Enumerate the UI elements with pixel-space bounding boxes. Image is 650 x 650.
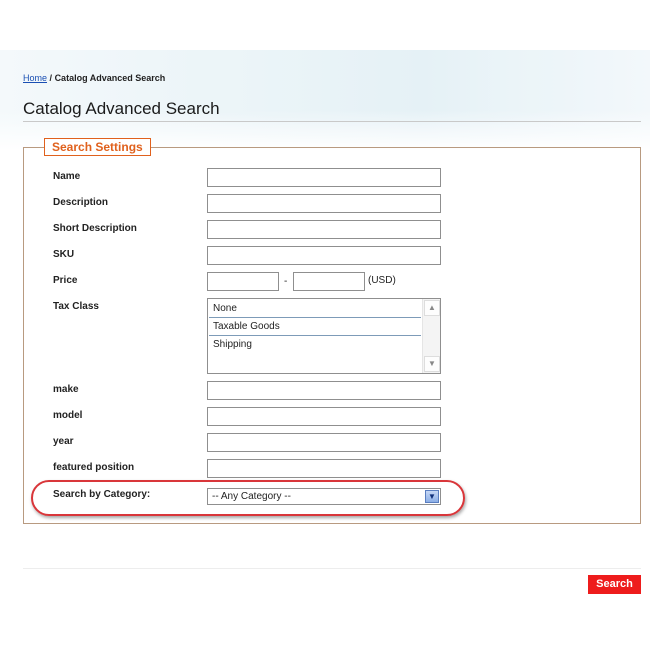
category-label: Search by Category:	[53, 489, 151, 500]
sku-label: SKU	[53, 249, 75, 260]
name-input[interactable]	[207, 168, 441, 187]
year-label: year	[53, 436, 74, 447]
featured-position-label: featured position	[53, 462, 135, 473]
sku-input[interactable]	[207, 246, 441, 265]
tax-option-taxable-goods[interactable]: Taxable Goods	[209, 318, 421, 336]
make-label: make	[53, 384, 79, 395]
price-currency: (USD)	[368, 275, 396, 286]
category-select[interactable]: -- Any Category -- ▼	[207, 488, 441, 505]
category-select-value: -- Any Category --	[212, 491, 291, 502]
make-input[interactable]	[207, 381, 441, 400]
price-to-input[interactable]	[293, 272, 365, 291]
chevron-down-icon[interactable]: ▼	[425, 490, 439, 503]
model-input[interactable]	[207, 407, 441, 426]
tax-class-label: Tax Class	[53, 301, 99, 312]
tax-option-shipping[interactable]: Shipping	[209, 336, 421, 354]
description-input[interactable]	[207, 194, 441, 213]
scroll-up-icon[interactable]: ▲	[424, 300, 440, 316]
featured-position-input[interactable]	[207, 459, 441, 478]
breadcrumb-home-link[interactable]: Home	[23, 73, 47, 83]
price-from-input[interactable]	[207, 272, 279, 291]
year-input[interactable]	[207, 433, 441, 452]
search-settings-legend: Search Settings	[44, 138, 151, 156]
search-button[interactable]: Search	[588, 575, 641, 594]
price-label: Price	[53, 275, 78, 286]
breadcrumb-current: Catalog Advanced Search	[54, 73, 166, 83]
name-label: Name	[53, 171, 81, 182]
title-divider	[23, 121, 641, 122]
scroll-down-icon[interactable]: ▼	[424, 356, 440, 372]
short-description-label: Short Description	[53, 223, 137, 234]
tax-class-listbox[interactable]: None Taxable Goods Shipping ▲ ▼	[207, 298, 441, 374]
short-description-input[interactable]	[207, 220, 441, 239]
tax-option-none[interactable]: None	[209, 300, 421, 318]
description-label: Description	[53, 197, 109, 208]
price-separator: -	[284, 276, 288, 287]
footer-divider	[23, 568, 641, 569]
tax-class-scrollbar[interactable]: ▲ ▼	[422, 299, 440, 373]
breadcrumb: Home / Catalog Advanced Search	[23, 73, 165, 83]
model-label: model	[53, 410, 83, 421]
page-title: Catalog Advanced Search	[23, 99, 220, 118]
breadcrumb-separator: /	[49, 73, 53, 83]
